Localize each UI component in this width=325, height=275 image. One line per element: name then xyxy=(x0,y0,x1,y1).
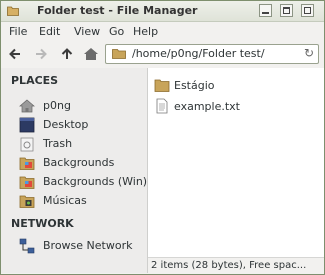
arrow-right-icon xyxy=(36,48,47,60)
sidebar-item-label: Desktop xyxy=(43,118,89,131)
menu-edit[interactable]: Edit xyxy=(39,25,60,38)
file-item-example-txt[interactable]: example.txt xyxy=(154,98,314,116)
home-icon xyxy=(19,99,35,113)
sidebar-item-label: Trash xyxy=(43,137,73,150)
menu-file[interactable]: File xyxy=(9,25,27,38)
sidebar-item-musicas[interactable]: Músicas xyxy=(19,192,145,210)
file-manager-window: Folder test - File Manager File Edit Vie… xyxy=(0,0,325,275)
toolbar: /home/p0ng/Folder test/ ↻ xyxy=(1,41,324,67)
folder-icon xyxy=(112,49,126,59)
sidebar-item-label: Backgrounds xyxy=(43,156,115,169)
arrow-up-icon xyxy=(61,48,73,59)
reload-icon[interactable]: ↻ xyxy=(304,46,314,60)
trash-icon xyxy=(20,137,34,152)
home-icon xyxy=(84,48,98,60)
file-item-estagio[interactable]: Estágio xyxy=(154,77,314,95)
status-bar: 2 items (28 bytes), Free spac... xyxy=(148,257,324,274)
status-text: 2 items (28 bytes), Free spac... xyxy=(151,260,307,271)
maximize-icon xyxy=(283,7,290,14)
sidebar-item-label: Músicas xyxy=(43,194,87,207)
sidebar-item-home[interactable]: p0ng xyxy=(19,97,145,115)
places-heading: PLACES xyxy=(11,74,59,87)
folder-icon xyxy=(19,195,35,208)
text-file-icon xyxy=(156,98,168,114)
file-list[interactable]: Estágio example.txt xyxy=(148,68,324,257)
menu-go[interactable]: Go xyxy=(109,25,124,38)
home-button[interactable] xyxy=(82,45,100,63)
close-button[interactable] xyxy=(301,4,314,17)
location-path: /home/p0ng/Folder test/ xyxy=(132,47,265,60)
folder-icon xyxy=(7,6,19,16)
sidebar-item-backgrounds[interactable]: Backgrounds xyxy=(19,154,145,172)
sidebar: PLACES p0ng Desktop Trash Backgrounds Ba… xyxy=(1,68,148,273)
sidebar-item-backgrounds-win[interactable]: Backgrounds (Win) xyxy=(19,173,148,191)
window-title: Folder test - File Manager xyxy=(37,4,198,17)
maximize-button[interactable] xyxy=(280,4,293,17)
desktop-icon xyxy=(19,117,35,133)
up-button[interactable] xyxy=(58,45,76,63)
sidebar-item-label: Backgrounds (Win) xyxy=(43,175,148,188)
sidebar-item-label: p0ng xyxy=(43,99,71,112)
file-name: example.txt xyxy=(174,100,240,113)
minimize-button[interactable] xyxy=(259,4,272,17)
network-icon xyxy=(19,238,35,254)
folder-icon xyxy=(19,176,35,189)
sidebar-item-browse-network[interactable]: Browse Network xyxy=(19,237,145,255)
menu-view[interactable]: View xyxy=(74,25,100,38)
forward-button[interactable] xyxy=(32,45,50,63)
close-icon xyxy=(304,7,311,14)
location-bar[interactable]: /home/p0ng/Folder test/ ↻ xyxy=(105,44,319,64)
sidebar-item-label: Browse Network xyxy=(43,239,133,252)
folder-icon xyxy=(19,157,35,170)
sidebar-item-desktop[interactable]: Desktop xyxy=(19,116,145,134)
menu-bar: File Edit View Go Help xyxy=(1,22,324,41)
folder-icon xyxy=(154,79,170,92)
minimize-icon xyxy=(262,12,269,14)
menu-help[interactable]: Help xyxy=(133,25,158,38)
title-bar[interactable]: Folder test - File Manager xyxy=(1,1,324,22)
network-heading: NETWORK xyxy=(11,217,74,230)
back-button[interactable] xyxy=(6,45,24,63)
sidebar-item-trash[interactable]: Trash xyxy=(19,135,145,153)
file-name: Estágio xyxy=(174,79,215,92)
arrow-left-icon xyxy=(9,48,20,60)
